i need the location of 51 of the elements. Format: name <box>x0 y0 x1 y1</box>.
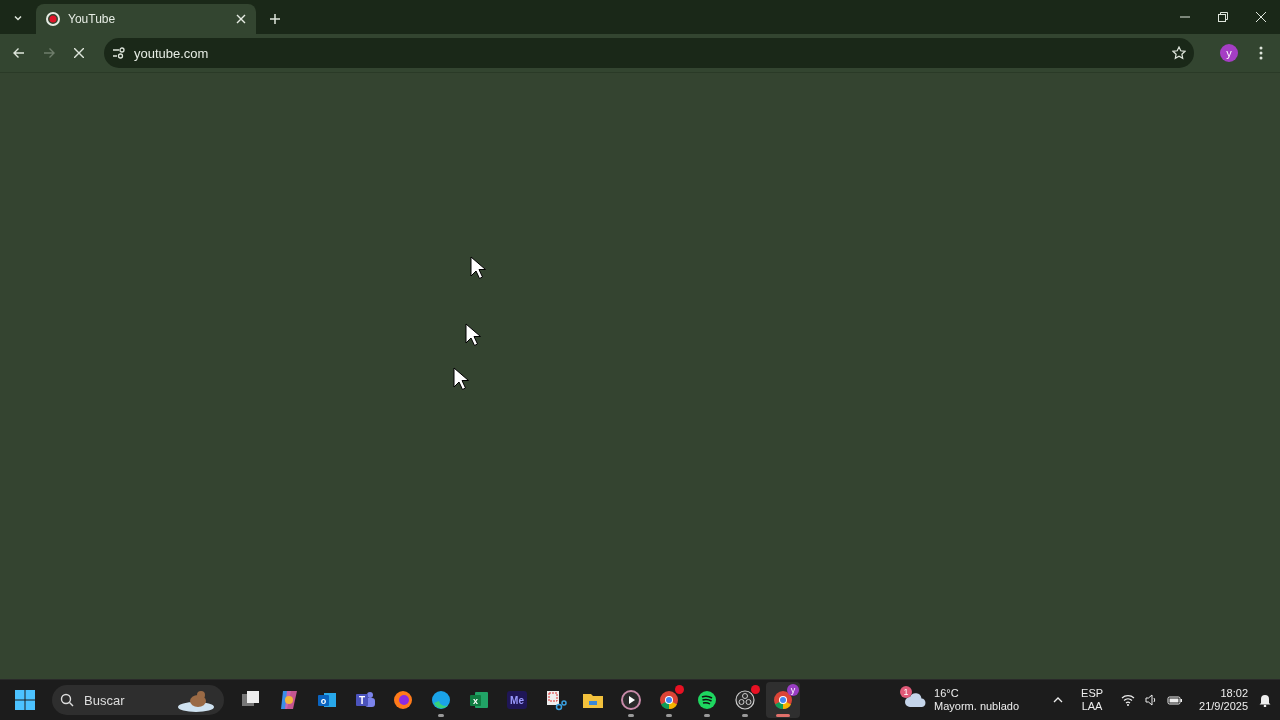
animal-illustration-icon <box>176 688 216 712</box>
url-text: youtube.com <box>134 45 210 61</box>
speaker-icon[interactable] <box>1145 694 1158 706</box>
clock[interactable]: 18:02 21/9/2025 <box>1199 687 1248 713</box>
taskbar-app-button[interactable]: o <box>310 682 344 718</box>
browser-icon <box>657 688 681 712</box>
close-icon[interactable] <box>236 14 246 24</box>
wifi-icon[interactable] <box>1121 694 1136 706</box>
battery-icon[interactable] <box>1167 694 1184 706</box>
plus-icon <box>269 13 281 25</box>
wave-browser-icon <box>429 688 453 712</box>
mouse-pointer-icon <box>470 256 486 280</box>
windows-logo-icon <box>15 690 35 710</box>
mouse-pointer-icon <box>453 367 469 391</box>
browser-tab[interactable]: YouTube <box>36 4 256 34</box>
address-bar[interactable]: youtube.com <box>104 38 1194 68</box>
site-favicon-icon <box>46 12 60 26</box>
restore-icon <box>1218 12 1228 22</box>
star-icon[interactable] <box>1172 46 1186 60</box>
alert-count: 1 <box>900 686 913 698</box>
minimize-icon <box>1180 16 1190 18</box>
encoder-app-icon: Me <box>505 688 529 712</box>
chevron-up-icon[interactable] <box>1053 697 1064 703</box>
forward-arrow-icon <box>43 47 55 59</box>
notification-bell-icon[interactable] <box>1258 693 1272 707</box>
taskbar-app-button[interactable]: y <box>766 682 800 718</box>
close-icon <box>1256 12 1266 22</box>
search-input[interactable]: Buscar <box>82 691 168 709</box>
taskbar-app-button[interactable]: T <box>348 682 382 718</box>
chevron-down-icon <box>13 13 23 23</box>
language-indicator[interactable]: ESP LAA <box>1081 687 1104 713</box>
weather-condition-text: Mayorm. nublado <box>934 700 1020 713</box>
profile-button[interactable]: y <box>1214 38 1244 68</box>
fox-browser-icon <box>391 688 415 712</box>
stop-icon <box>74 48 84 58</box>
play-icon <box>619 688 643 712</box>
temperature-text: 16°C <box>934 687 959 700</box>
taskbar-app-button[interactable]: x <box>462 682 496 718</box>
music-app-icon <box>695 688 719 712</box>
menu-icon <box>1259 46 1263 60</box>
record-app-icon <box>733 688 757 712</box>
tab-title: YouTube <box>68 12 117 26</box>
search-icon <box>60 693 74 707</box>
back-arrow-icon <box>13 47 25 59</box>
site-settings-icon[interactable] <box>112 46 126 60</box>
profile-badge: y <box>787 684 799 696</box>
taskbar-app-button[interactable]: Me <box>500 682 534 718</box>
profile-avatar: y <box>1220 44 1238 62</box>
search-bar[interactable]: Buscar <box>52 685 224 715</box>
mouse-pointer-icon <box>465 323 481 347</box>
browser-icon <box>771 688 795 712</box>
